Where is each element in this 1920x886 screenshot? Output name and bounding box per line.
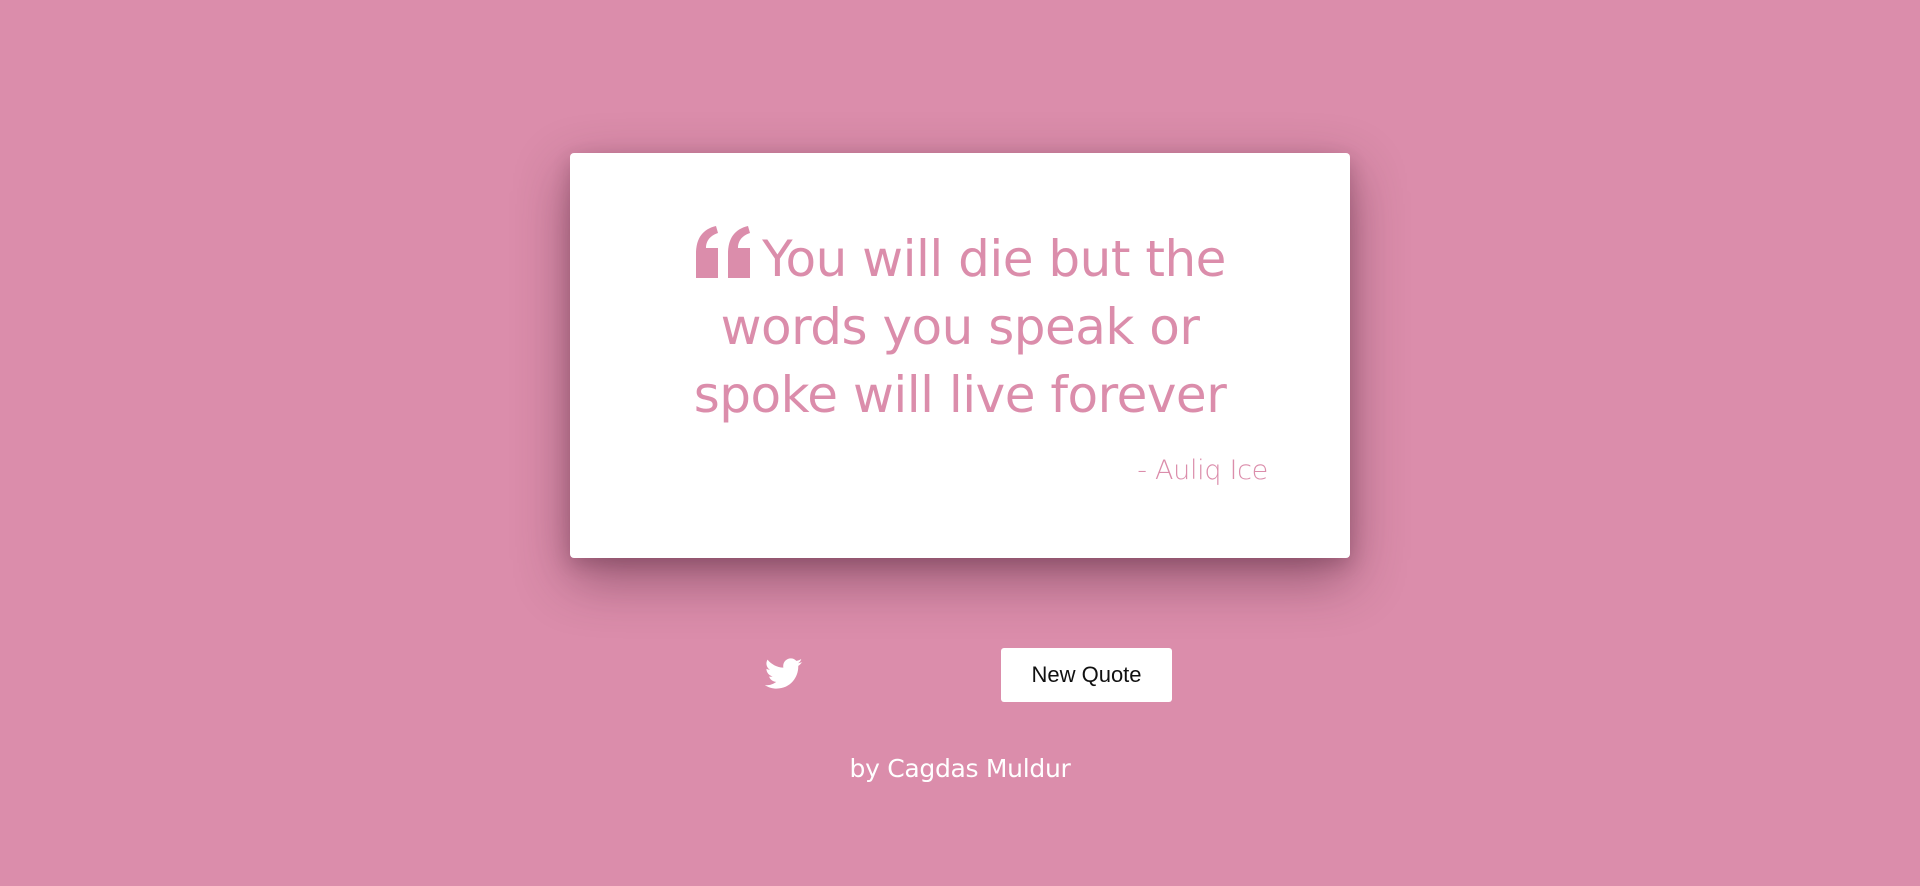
actions-bar: New Quote [0,648,1920,702]
quote-card: You will die but the words you speak or … [570,153,1350,558]
page: You will die but the words you speak or … [0,0,1920,886]
quote-text-block: You will die but the words you speak or … [665,225,1255,429]
twitter-icon [765,658,803,689]
quote-author: - Auliq Ice [1137,455,1268,486]
new-quote-button[interactable]: New Quote [1001,648,1172,702]
footer-credit: by Cagdas Muldur [849,754,1071,783]
quote-left-icon [694,226,752,278]
quote-text: You will die but the words you speak or … [693,230,1227,424]
tweet-button[interactable] [765,657,803,691]
